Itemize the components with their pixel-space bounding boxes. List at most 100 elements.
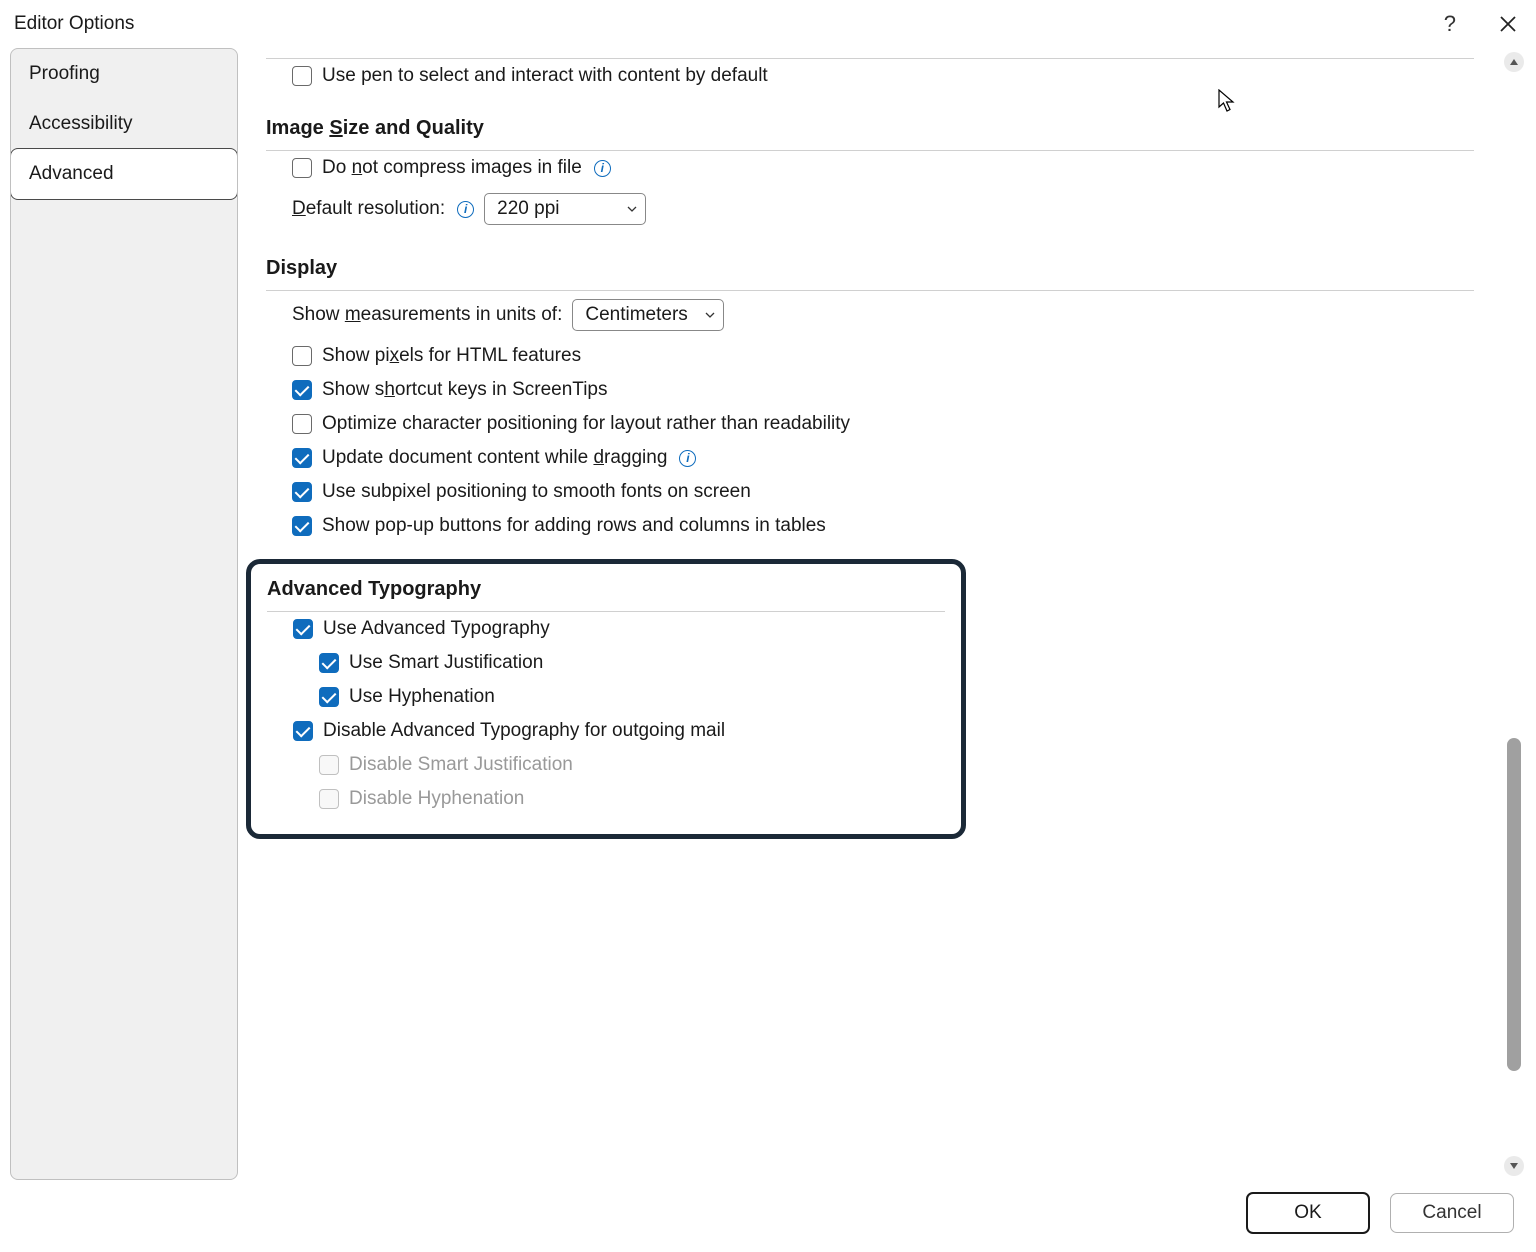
label-text: ot compress images in file — [362, 157, 582, 178]
disable-hyphenation-row: Disable Hyphenation — [293, 782, 945, 816]
content-wrapper: Use pen to select and interact with cont… — [238, 48, 1526, 1180]
shortcut-keys-label: Show shortcut keys in ScreenTips — [322, 379, 608, 401]
label-text: ragging — [604, 447, 667, 468]
smart-justification-checkbox[interactable] — [319, 653, 339, 673]
ok-button[interactable]: OK — [1246, 1192, 1370, 1234]
label-accelerator: d — [593, 447, 604, 468]
update-dragging-label: Update document content while dragging — [322, 447, 667, 469]
use-advanced-typography-checkbox[interactable] — [293, 619, 313, 639]
hyphenation-label: Use Hyphenation — [349, 686, 495, 708]
scroll-track[interactable] — [1506, 76, 1522, 1152]
cancel-button[interactable]: Cancel — [1390, 1193, 1514, 1233]
measurement-units-label: Show measurements in units of: — [292, 304, 562, 326]
smart-justification-row: Use Smart Justification — [293, 646, 945, 680]
scroll-down-arrow-icon[interactable] — [1504, 1156, 1524, 1176]
compress-images-checkbox[interactable] — [292, 158, 312, 178]
measurement-units-dropdown[interactable]: Centimeters — [572, 299, 724, 331]
help-icon[interactable]: ? — [1444, 13, 1456, 35]
label-accelerator: n — [352, 157, 363, 178]
chevron-down-icon — [705, 310, 715, 320]
default-resolution-dropdown[interactable]: 220 ppi — [484, 193, 646, 225]
top-section: Use pen to select and interact with cont… — [266, 48, 1474, 93]
hyphenation-row: Use Hyphenation — [293, 680, 945, 714]
content-area: Use pen to select and interact with cont… — [238, 48, 1502, 1180]
disable-hyphenation-checkbox — [319, 789, 339, 809]
label-accelerator: x — [390, 345, 400, 366]
subpixel-row: Use subpixel positioning to smooth fonts… — [292, 475, 1474, 509]
update-dragging-checkbox[interactable] — [292, 448, 312, 468]
label-text: Show — [292, 304, 345, 325]
info-icon[interactable]: i — [594, 160, 611, 177]
disable-outgoing-row: Disable Advanced Typography for outgoing… — [293, 714, 945, 748]
subpixel-checkbox[interactable] — [292, 482, 312, 502]
heading-text: ize and Quality — [343, 117, 484, 139]
disable-smart-just-checkbox — [319, 755, 339, 775]
dialog-body: Proofing Accessibility Advanced Use pen … — [0, 48, 1536, 1180]
show-pixels-row: Show pixels for HTML features — [292, 339, 1474, 373]
default-resolution-row: Default resolution: i 220 ppi — [292, 185, 1474, 233]
show-pixels-label: Show pixels for HTML features — [322, 345, 581, 367]
compress-images-row: Do not compress images in file i — [292, 151, 1474, 185]
scroll-thumb[interactable] — [1507, 738, 1521, 1072]
pen-select-checkbox[interactable] — [292, 66, 312, 86]
pen-select-label: Use pen to select and interact with cont… — [322, 65, 768, 87]
shortcut-keys-row: Show shortcut keys in ScreenTips — [292, 373, 1474, 407]
display-section: Display Show measurements in units of: C… — [266, 233, 1474, 543]
disable-outgoing-checkbox[interactable] — [293, 721, 313, 741]
show-pixels-checkbox[interactable] — [292, 346, 312, 366]
disable-hyphenation-label: Disable Hyphenation — [349, 788, 524, 810]
subpixel-label: Use subpixel positioning to smooth fonts… — [322, 481, 751, 503]
chevron-down-icon — [627, 204, 637, 214]
popup-buttons-checkbox[interactable] — [292, 516, 312, 536]
measurement-units-row: Show measurements in units of: Centimete… — [292, 291, 1474, 339]
titlebar: Editor Options ? — [0, 0, 1536, 48]
popup-buttons-label: Show pop-up buttons for adding rows and … — [322, 515, 826, 537]
sidebar-item-proofing[interactable]: Proofing — [11, 49, 237, 99]
vertical-scrollbar[interactable] — [1502, 48, 1526, 1180]
disable-smart-just-row: Disable Smart Justification — [293, 748, 945, 782]
label-text: ortcut keys in ScreenTips — [395, 379, 608, 400]
compress-images-label: Do not compress images in file — [322, 157, 582, 179]
dialog-title: Editor Options — [14, 13, 1444, 35]
label-text: Update document content while — [322, 447, 593, 468]
label-text: efault resolution: — [306, 198, 445, 219]
update-dragging-row: Update document content while dragging i — [292, 441, 1474, 475]
scroll-up-arrow-icon[interactable] — [1504, 52, 1524, 72]
optimize-positioning-row: Optimize character positioning for layou… — [292, 407, 1474, 441]
shortcut-keys-checkbox[interactable] — [292, 380, 312, 400]
use-advanced-typography-row: Use Advanced Typography — [293, 612, 945, 646]
image-section-heading: Image Size and Quality — [266, 93, 1474, 150]
label-accelerator: m — [345, 304, 361, 325]
smart-justification-label: Use Smart Justification — [349, 652, 543, 674]
disable-smart-just-label: Disable Smart Justification — [349, 754, 573, 776]
optimize-positioning-checkbox[interactable] — [292, 414, 312, 434]
label-accelerator: D — [292, 198, 306, 219]
label-accelerator: h — [384, 379, 395, 400]
heading-accelerator: S — [329, 117, 342, 139]
image-size-quality-section: Image Size and Quality Do not compress i… — [266, 93, 1474, 233]
label-text: easurements in units of: — [361, 304, 563, 325]
label-text: Show pi — [322, 345, 390, 366]
label-text: Do — [322, 157, 352, 178]
info-icon[interactable]: i — [457, 201, 474, 218]
sidebar-item-advanced[interactable]: Advanced — [10, 148, 238, 200]
disable-outgoing-label: Disable Advanced Typography for outgoing… — [323, 720, 725, 742]
advanced-typography-highlight: Advanced Typography Use Advanced Typogra… — [246, 559, 966, 839]
info-icon[interactable]: i — [679, 450, 696, 467]
heading-text: Image — [266, 117, 329, 139]
dialog-footer: OK Cancel — [0, 1180, 1536, 1252]
dropdown-value: Centimeters — [585, 304, 687, 326]
close-icon[interactable] — [1498, 14, 1518, 34]
optimize-positioning-label: Optimize character positioning for layou… — [322, 413, 850, 435]
sidebar: Proofing Accessibility Advanced — [10, 48, 238, 1180]
default-resolution-label: Default resolution: — [292, 198, 445, 220]
titlebar-actions: ? — [1444, 13, 1518, 35]
hyphenation-checkbox[interactable] — [319, 687, 339, 707]
sidebar-item-accessibility[interactable]: Accessibility — [11, 99, 237, 149]
pen-select-row: Use pen to select and interact with cont… — [292, 59, 1474, 93]
display-heading: Display — [266, 233, 1474, 290]
editor-options-dialog: Editor Options ? Proofing Accessibility … — [0, 0, 1536, 1252]
label-text: els for HTML features — [399, 345, 581, 366]
dropdown-value: 220 ppi — [497, 198, 559, 220]
label-text: Show s — [322, 379, 384, 400]
